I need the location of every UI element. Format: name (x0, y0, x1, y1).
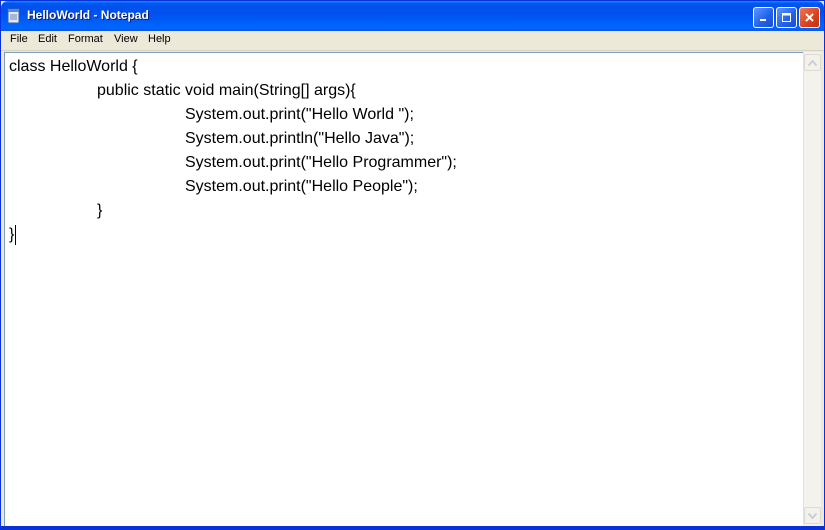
menu-bar: File Edit Format View Help (1, 31, 824, 51)
text-editor[interactable]: class HelloWorld { public static void ma… (4, 52, 803, 526)
code-line: System.out.print("Hello Programmer"); (185, 154, 457, 171)
code-line: } (9, 226, 15, 243)
close-icon (805, 13, 814, 22)
window-bottom-border (1, 526, 824, 529)
minimize-button[interactable] (753, 7, 774, 28)
code-line: public static void main(String[] args){ (97, 82, 356, 99)
code-line: System.out.print("Hello People"); (185, 178, 418, 195)
minimize-icon (760, 19, 766, 21)
notepad-icon[interactable] (7, 8, 21, 24)
maximize-button[interactable] (776, 7, 797, 28)
maximize-icon (782, 13, 791, 22)
notepad-window: HelloWorld - Notepad File Edit Format Vi… (0, 0, 825, 530)
scroll-down-button[interactable] (804, 507, 821, 524)
vertical-scrollbar[interactable] (803, 52, 821, 526)
text-caret (15, 225, 16, 245)
menu-view[interactable]: View (114, 33, 138, 45)
title-bar[interactable]: HelloWorld - Notepad (1, 1, 824, 31)
menu-help[interactable]: Help (148, 33, 171, 45)
close-button[interactable] (799, 7, 820, 28)
window-title: HelloWorld - Notepad (27, 8, 149, 22)
code-line: } (97, 202, 103, 219)
menu-format[interactable]: Format (68, 33, 103, 45)
code-line: System.out.println("Hello Java"); (185, 130, 415, 147)
scroll-up-button[interactable] (804, 54, 821, 71)
code-line: class HelloWorld { (9, 58, 138, 75)
arrow-up-icon (808, 59, 817, 66)
code-line: System.out.print("Hello World "); (185, 106, 414, 123)
menu-file[interactable]: File (10, 33, 28, 45)
menu-edit[interactable]: Edit (38, 33, 57, 45)
arrow-down-icon (808, 512, 817, 519)
